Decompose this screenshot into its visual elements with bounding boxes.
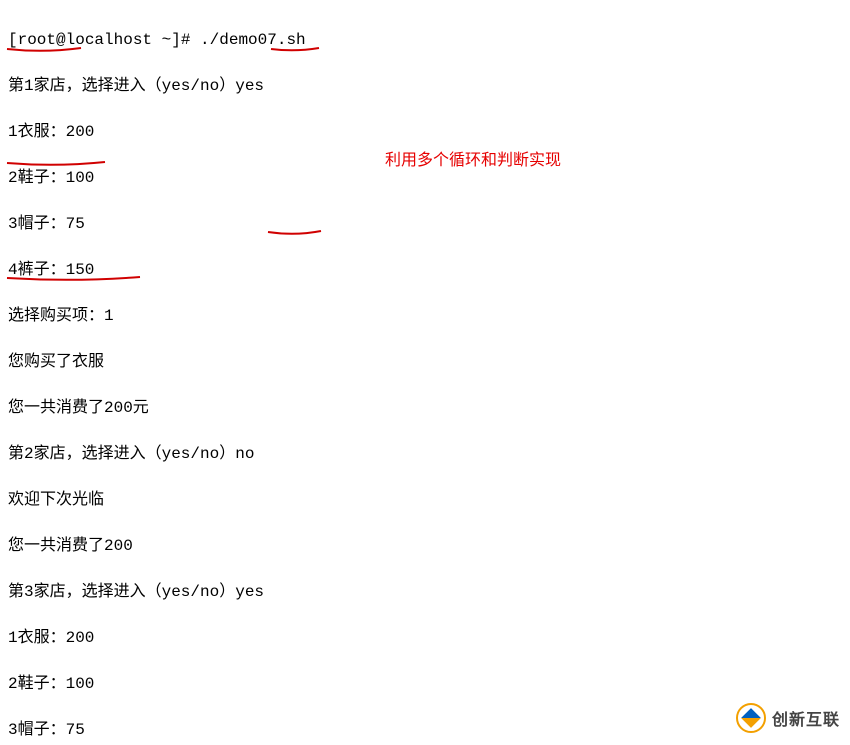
terminal-line: 2鞋子：100 [8, 673, 842, 696]
terminal-line: 第1家店，选择进入（yes/no）yes [8, 75, 842, 98]
terminal-line: 3帽子：75 [8, 719, 842, 742]
annotation-text: 利用多个循环和判断实现 [385, 146, 561, 170]
terminal-line: [root@localhost ~]# ./demo07.sh [8, 29, 842, 52]
terminal-line: 2鞋子：100 [8, 167, 842, 190]
terminal-line: 您一共消费了200元 [8, 397, 842, 420]
terminal-line: 欢迎下次光临 [8, 489, 842, 512]
terminal-line: 3帽子：75 [8, 213, 842, 236]
terminal-line: 4裤子：150 [8, 259, 842, 282]
watermark-text: 创新互联 [772, 706, 840, 730]
terminal-output: [root@localhost ~]# ./demo07.sh 第1家店，选择进… [0, 0, 850, 745]
terminal-line: 1衣服：200 [8, 627, 842, 650]
terminal-line: 第3家店，选择进入（yes/no）yes [8, 581, 842, 604]
terminal-line: 您购买了衣服 [8, 351, 842, 374]
watermark: 创新互联 [736, 703, 840, 733]
terminal-line: 1衣服：200 [8, 121, 842, 144]
terminal-line: 选择购买项：1 [8, 305, 842, 328]
watermark-logo-icon [736, 703, 766, 733]
terminal-line: 第2家店，选择进入（yes/no）no [8, 443, 842, 466]
terminal-line: 您一共消费了200 [8, 535, 842, 558]
